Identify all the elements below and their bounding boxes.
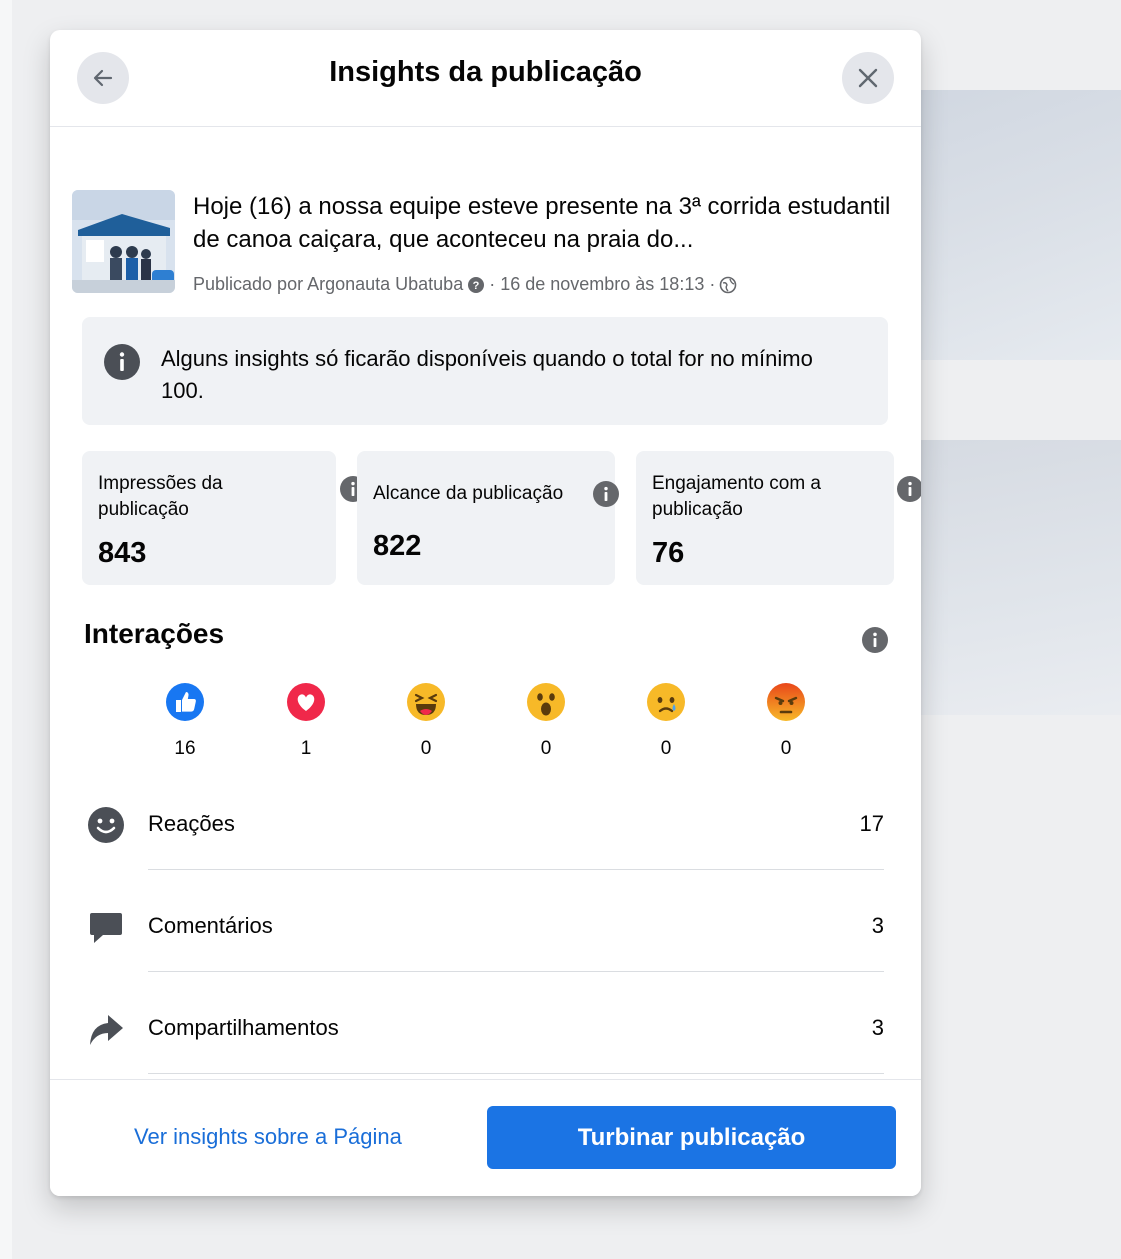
engagement-label: Engajamento com a publicação bbox=[652, 473, 821, 520]
dialog-header: Insights da publicação bbox=[50, 30, 921, 127]
haha-icon bbox=[407, 683, 445, 721]
reaction-count: 0 bbox=[540, 738, 552, 759]
row-label: Compartilhamentos bbox=[148, 1015, 339, 1040]
close-icon bbox=[858, 68, 878, 88]
row-value: 3 bbox=[871, 1015, 884, 1040]
reaction-count: 0 bbox=[780, 738, 792, 759]
reach-card: Alcance da publicação 822 bbox=[357, 451, 619, 585]
dialog-footer: Ver insights sobre a Página Turbinar pub… bbox=[50, 1079, 921, 1196]
dialog-title: Insights da publicação bbox=[329, 56, 642, 88]
reach-info-icon[interactable] bbox=[593, 481, 619, 507]
row-value: 3 bbox=[871, 913, 884, 938]
close-button[interactable] bbox=[842, 52, 894, 104]
background-page-edge bbox=[0, 0, 12, 1259]
comments-row[interactable]: Comentários 3 bbox=[86, 907, 884, 1009]
background-post-image-2 bbox=[920, 440, 1121, 715]
page-insights-link[interactable]: Ver insights sobre a Página bbox=[134, 1124, 402, 1150]
impressions-label: Impressões da publicação bbox=[98, 473, 223, 520]
impressions-value: 843 bbox=[98, 537, 147, 569]
share-icon bbox=[90, 1015, 123, 1045]
divider bbox=[148, 869, 884, 870]
engagement-info-icon[interactable] bbox=[897, 476, 921, 502]
interactions-title: Interações bbox=[84, 618, 225, 649]
reaction-haha[interactable]: 0 bbox=[404, 682, 448, 760]
like-icon bbox=[166, 683, 204, 721]
engagement-value: 76 bbox=[652, 537, 685, 569]
reaction-count: 16 bbox=[174, 738, 196, 759]
post-date[interactable]: · 16 de novembro às 18:13 · bbox=[489, 274, 715, 295]
reaction-angry[interactable]: 0 bbox=[764, 682, 808, 760]
reaction-like[interactable]: 16 bbox=[163, 682, 207, 760]
angry-icon bbox=[767, 683, 805, 721]
reactions-row[interactable]: Reações 17 bbox=[86, 805, 884, 907]
reaction-sad[interactable]: 0 bbox=[644, 682, 688, 760]
reach-value: 822 bbox=[373, 530, 422, 562]
post-meta: Publicado por Argonauta Ubatuba ? · 16 d… bbox=[193, 274, 893, 295]
boost-post-button[interactable]: Turbinar publicação bbox=[487, 1106, 896, 1169]
post-summary: Hoje (16) a nossa equipe esteve presente… bbox=[72, 190, 902, 300]
reaction-wow[interactable]: 0 bbox=[524, 682, 568, 760]
engagement-card: Engajamento com a publicação 76 bbox=[636, 451, 894, 585]
info-icon bbox=[104, 344, 140, 380]
row-label: Comentários bbox=[148, 913, 273, 938]
love-icon bbox=[287, 683, 325, 721]
reach-label: Alcance da publicação bbox=[373, 483, 564, 504]
globe-icon bbox=[720, 276, 737, 293]
impressions-card: Impressões da publicação 843 bbox=[82, 451, 336, 585]
reaction-love[interactable]: 1 bbox=[284, 682, 328, 760]
comment-icon bbox=[90, 913, 122, 943]
post-author[interactable]: Publicado por Argonauta Ubatuba bbox=[193, 274, 463, 295]
row-label: Reações bbox=[148, 811, 235, 836]
wow-icon bbox=[527, 683, 565, 721]
sad-icon bbox=[647, 683, 685, 721]
reaction-count: 0 bbox=[660, 738, 672, 759]
row-value: 17 bbox=[859, 811, 884, 836]
divider bbox=[148, 1073, 884, 1074]
info-notice: Alguns insights só ficarão disponíveis q… bbox=[82, 317, 888, 425]
notice-text: Alguns insights só ficarão disponíveis q… bbox=[161, 346, 813, 403]
background-post-image bbox=[920, 90, 1121, 360]
reaction-count: 0 bbox=[420, 738, 432, 759]
post-insights-dialog: Insights da publicação Hoje (16) a nossa… bbox=[50, 30, 921, 1196]
question-icon: ? bbox=[468, 276, 485, 293]
post-thumbnail[interactable] bbox=[72, 190, 175, 293]
post-text: Hoje (16) a nossa equipe esteve presente… bbox=[193, 193, 891, 253]
svg-text:?: ? bbox=[473, 280, 480, 292]
divider bbox=[148, 971, 884, 972]
smiley-icon bbox=[88, 807, 124, 843]
interactions-info-icon[interactable] bbox=[861, 626, 889, 654]
reaction-count: 1 bbox=[300, 738, 312, 759]
